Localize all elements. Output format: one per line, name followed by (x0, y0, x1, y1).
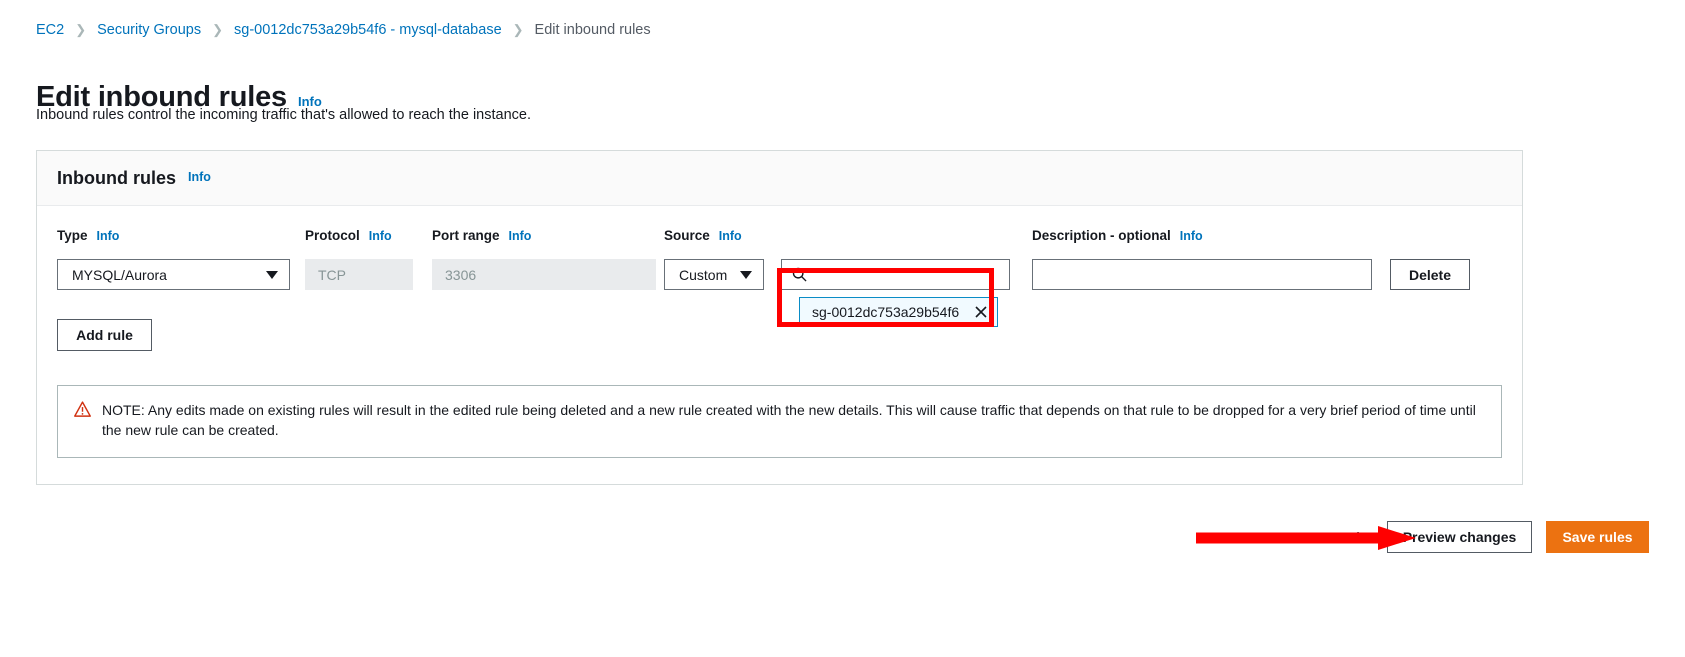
type-select[interactable]: MYSQL/Aurora (57, 259, 290, 290)
description-info-link[interactable]: Info (1180, 229, 1203, 243)
source-token[interactable]: sg-0012dc753a29b54f6 (799, 297, 999, 327)
add-rule-button[interactable]: Add rule (57, 319, 152, 351)
column-header-description-label: Description - optional (1032, 228, 1171, 243)
rule-row: MYSQL/Aurora TCP 3306 Custom sg-0012dc75… (57, 259, 1502, 327)
inbound-rules-panel: Inbound rules Info Type Info Protocol In… (36, 150, 1523, 485)
breadcrumb-item-current: Edit inbound rules (534, 22, 651, 38)
panel-title: Inbound rules (57, 167, 176, 188)
column-header-port-range: Port range Info (432, 228, 664, 243)
field-protocol: TCP (305, 259, 432, 290)
chevron-down-icon (266, 270, 278, 279)
field-port-range: 3306 (432, 259, 664, 290)
rules-grid: Type Info Protocol Info Port range Info … (57, 228, 1502, 351)
source-search-wrap (781, 259, 1010, 290)
column-header-source-label: Source (664, 228, 710, 243)
description-input[interactable] (1032, 259, 1372, 290)
panel-body: Type Info Protocol Info Port range Info … (37, 206, 1522, 484)
breadcrumb-item-security-group[interactable]: sg-0012dc753a29b54f6 - mysql-database (234, 22, 502, 38)
warning-triangle-icon (74, 401, 91, 417)
chevron-down-icon (740, 270, 752, 279)
column-header-type-label: Type (57, 228, 88, 243)
port-range-input: 3306 (432, 259, 656, 290)
preview-changes-button[interactable]: Preview changes (1387, 521, 1532, 553)
footer-actions: Cancel Preview changes Save rules (1314, 521, 1649, 553)
source-type-select[interactable]: Custom (664, 259, 764, 290)
source-token-label: sg-0012dc753a29b54f6 (812, 304, 960, 320)
panel-info-link[interactable]: Info (188, 170, 211, 184)
source-info-link[interactable]: Info (719, 229, 742, 243)
breadcrumb-item-ec2[interactable]: EC2 (36, 22, 64, 38)
breadcrumb-separator-icon: ❯ (512, 21, 524, 37)
edit-inbound-rules-page: EC2 ❯ Security Groups ❯ sg-0012dc753a29b… (0, 0, 1685, 657)
protocol-value: TCP (318, 266, 346, 283)
panel-header: Inbound rules Info (37, 151, 1522, 206)
column-header-protocol: Protocol Info (305, 228, 432, 243)
page-description: Inbound rules control the incoming traff… (36, 107, 531, 123)
column-header-port-range-label: Port range (432, 228, 500, 243)
column-header-type: Type Info (57, 228, 305, 243)
page-title-row: Edit inbound rules Info (36, 62, 322, 134)
field-description (1032, 259, 1390, 290)
close-icon[interactable] (971, 302, 991, 322)
protocol-info-link[interactable]: Info (369, 229, 392, 243)
source-group: Custom (664, 259, 1032, 290)
note-box: NOTE: Any edits made on existing rules w… (57, 385, 1502, 458)
delete-rule-button[interactable]: Delete (1390, 259, 1470, 290)
type-info-link[interactable]: Info (97, 229, 120, 243)
protocol-input: TCP (305, 259, 413, 290)
source-type-select-value: Custom (679, 266, 728, 283)
breadcrumb-separator-icon: ❯ (75, 21, 87, 37)
breadcrumb-separator-icon: ❯ (212, 21, 223, 37)
source-token-area: sg-0012dc753a29b54f6 (799, 297, 999, 327)
port-range-value: 3306 (445, 266, 477, 283)
source-search-input[interactable] (781, 259, 1010, 290)
type-select-value: MYSQL/Aurora (72, 266, 167, 283)
note-text: NOTE: Any edits made on existing rules w… (102, 402, 1476, 439)
breadcrumb-item-security-groups[interactable]: Security Groups (97, 22, 201, 38)
save-rules-button[interactable]: Save rules (1546, 521, 1649, 553)
field-delete: Delete (1390, 259, 1500, 290)
column-header-source: Source Info (664, 228, 1032, 243)
breadcrumb: EC2 ❯ Security Groups ❯ sg-0012dc753a29b… (36, 22, 651, 38)
column-header-description: Description - optional Info (1032, 228, 1390, 243)
cancel-button[interactable]: Cancel (1314, 529, 1360, 545)
field-source: Custom sg-0012dc753a29b54f6 (664, 259, 1032, 327)
column-header-protocol-label: Protocol (305, 228, 360, 243)
field-type: MYSQL/Aurora (57, 259, 305, 290)
port-range-info-link[interactable]: Info (509, 229, 532, 243)
rules-column-headers: Type Info Protocol Info Port range Info … (57, 228, 1502, 250)
